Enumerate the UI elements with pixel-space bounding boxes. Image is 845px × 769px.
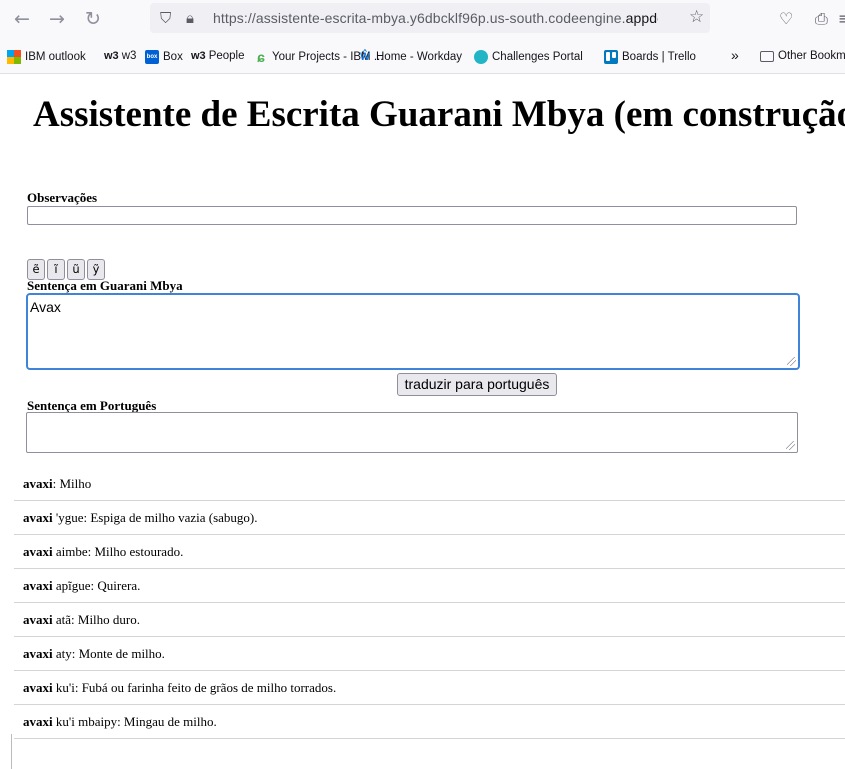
reload-icon[interactable]: ↻ bbox=[82, 8, 104, 30]
bookmark-label: IBM outlook bbox=[25, 51, 86, 63]
result-term: avaxi bbox=[23, 544, 53, 559]
special-char-buttons: ẽ ĩ ũ ỹ bbox=[27, 259, 105, 280]
result-term: avaxi bbox=[23, 476, 53, 491]
lock-icon[interactable]: 🔒︎ bbox=[186, 9, 194, 27]
bookmark-challenges-portal[interactable]: Challenges Portal bbox=[474, 50, 583, 64]
list-item: avaxi ku'i: Fubá ou farinha feito de grã… bbox=[14, 671, 845, 705]
translate-button[interactable]: traduzir para português bbox=[397, 373, 557, 396]
result-text: avaxi ku'i: Fubá ou farinha feito de grã… bbox=[23, 680, 336, 696]
result-text: avaxi ku'i mbaipy: Mingau de milho. bbox=[23, 714, 217, 730]
leaf-icon: ɕ bbox=[257, 49, 265, 65]
result-definition: aty: Monte de milho. bbox=[52, 646, 165, 661]
menu-icon[interactable]: ≡ bbox=[838, 9, 845, 28]
bookmark-label: w3 bbox=[121, 50, 137, 62]
list-item: avaxi aimbe: Milho estourado. bbox=[14, 535, 845, 569]
pocket-icon[interactable]: ♡ bbox=[779, 9, 793, 28]
back-arrow-icon[interactable]: ← bbox=[11, 8, 33, 30]
result-term: avaxi bbox=[23, 510, 53, 525]
url-bar[interactable]: ⛉ 🔒︎ https://assistente-escrita-mbya.y6d… bbox=[150, 3, 710, 33]
result-text: avaxi 'ygue: Espiga de milho vazia (sabu… bbox=[23, 510, 258, 526]
divider bbox=[11, 734, 12, 769]
result-definition: aimbe: Milho estourado. bbox=[52, 544, 184, 559]
mbya-sentence-label: Sentença em Guarani Mbya bbox=[27, 278, 183, 293]
result-text: avaxi: Milho bbox=[23, 476, 91, 492]
result-text: avaxi aimbe: Milho estourado. bbox=[23, 544, 183, 560]
result-term: avaxi bbox=[23, 646, 53, 661]
bookmark-trello[interactable]: Boards | Trello bbox=[604, 50, 696, 64]
bookmark-label: Home - Workday bbox=[376, 51, 463, 63]
bookmark-w3[interactable]: w3 w3 bbox=[104, 50, 136, 62]
bookmark-other-bookmarks[interactable]: Other Bookmar bbox=[760, 50, 845, 62]
observations-input[interactable] bbox=[27, 206, 797, 225]
bookmark-label: Other Bookmar bbox=[778, 50, 845, 62]
url-text[interactable]: https://assistente-escrita-mbya.y6dbcklf… bbox=[213, 10, 658, 26]
result-definition: ku'i mbaipy: Mingau de milho. bbox=[52, 714, 217, 729]
forward-arrow-icon[interactable]: → bbox=[46, 8, 68, 30]
result-term: avaxi bbox=[23, 578, 53, 593]
bookmarks-bar: IBM outlook w3 w3 box Box w3 People ɕ Yo… bbox=[0, 40, 845, 74]
char-u-tilde-button[interactable]: ũ bbox=[67, 259, 85, 280]
list-item: avaxi aty: Monte de milho. bbox=[14, 637, 845, 671]
resize-grip-icon[interactable] bbox=[786, 441, 795, 450]
result-term: avaxi bbox=[23, 680, 53, 695]
folder-icon bbox=[760, 50, 774, 62]
result-definition: : Milho bbox=[52, 476, 92, 491]
bookmark-ibm-outlook[interactable]: IBM outlook bbox=[7, 50, 86, 64]
bookmark-workday[interactable]: ŵ Home - Workday bbox=[358, 50, 462, 64]
workday-icon: ŵ bbox=[359, 49, 371, 64]
list-item: avaxi atã: Milho duro. bbox=[14, 603, 845, 637]
char-y-tilde-button[interactable]: ỹ bbox=[87, 259, 105, 280]
bookmark-w3-people[interactable]: w3 People bbox=[191, 50, 245, 62]
challenges-icon bbox=[474, 50, 488, 64]
list-item: avaxi 'ygue: Espiga de milho vazia (sabu… bbox=[14, 501, 845, 535]
mbya-sentence-textarea[interactable]: Avax bbox=[26, 293, 800, 370]
result-definition: ku'i: Fubá ou farinha feito de grãos de … bbox=[52, 680, 337, 695]
char-e-tilde-button[interactable]: ẽ bbox=[27, 259, 45, 280]
list-item: avaxi: Milho bbox=[14, 467, 845, 501]
bookmark-star-icon[interactable]: ☆ bbox=[689, 7, 704, 27]
result-text: avaxi aty: Monte de milho. bbox=[23, 646, 165, 662]
result-definition: apĩgue: Quirera. bbox=[52, 578, 141, 593]
result-text: avaxi atã: Milho duro. bbox=[23, 612, 140, 628]
box-icon: box bbox=[145, 50, 159, 64]
resize-grip-icon[interactable] bbox=[787, 357, 796, 366]
page-title: Assistente de Escrita Guarani Mbya (em c… bbox=[33, 94, 845, 135]
bookmarks-overflow-chevron-icon[interactable]: » bbox=[731, 47, 739, 63]
result-term: avaxi bbox=[23, 612, 53, 627]
mbya-sentence-value: Avax bbox=[30, 299, 61, 315]
w3-icon: w3 bbox=[191, 50, 206, 62]
bookmark-label: Box bbox=[163, 51, 183, 63]
page-content: Assistente de Escrita Guarani Mbya (em c… bbox=[0, 74, 845, 769]
w3-icon: w3 bbox=[104, 50, 119, 62]
results-list: avaxi: Milho avaxi 'ygue: Espiga de milh… bbox=[14, 467, 845, 739]
list-item: avaxi apĩgue: Quirera. bbox=[14, 569, 845, 603]
portuguese-sentence-textarea[interactable] bbox=[26, 412, 798, 453]
result-definition: 'ygue: Espiga de milho vazia (sabugo). bbox=[52, 510, 258, 525]
bookmark-label: Boards | Trello bbox=[622, 51, 696, 63]
trello-icon bbox=[604, 50, 618, 64]
char-i-tilde-button[interactable]: ĩ bbox=[47, 259, 65, 280]
browser-toolbar: ← → ↻ ⛉ 🔒︎ https://assistente-escrita-mb… bbox=[0, 0, 845, 40]
share-icon[interactable]: ⎙ bbox=[815, 9, 828, 29]
observations-label: Observações bbox=[27, 190, 98, 205]
shield-icon[interactable]: ⛉ bbox=[160, 9, 171, 27]
result-definition: atã: Milho duro. bbox=[52, 612, 141, 627]
result-text: avaxi apĩgue: Quirera. bbox=[23, 578, 140, 594]
bookmark-label: People bbox=[208, 50, 245, 62]
list-item: avaxi ku'i mbaipy: Mingau de milho. bbox=[14, 705, 845, 739]
bookmark-box[interactable]: box Box bbox=[145, 50, 183, 64]
bookmark-label: Challenges Portal bbox=[492, 51, 583, 63]
microsoft-icon bbox=[7, 50, 21, 64]
result-term: avaxi bbox=[23, 714, 53, 729]
